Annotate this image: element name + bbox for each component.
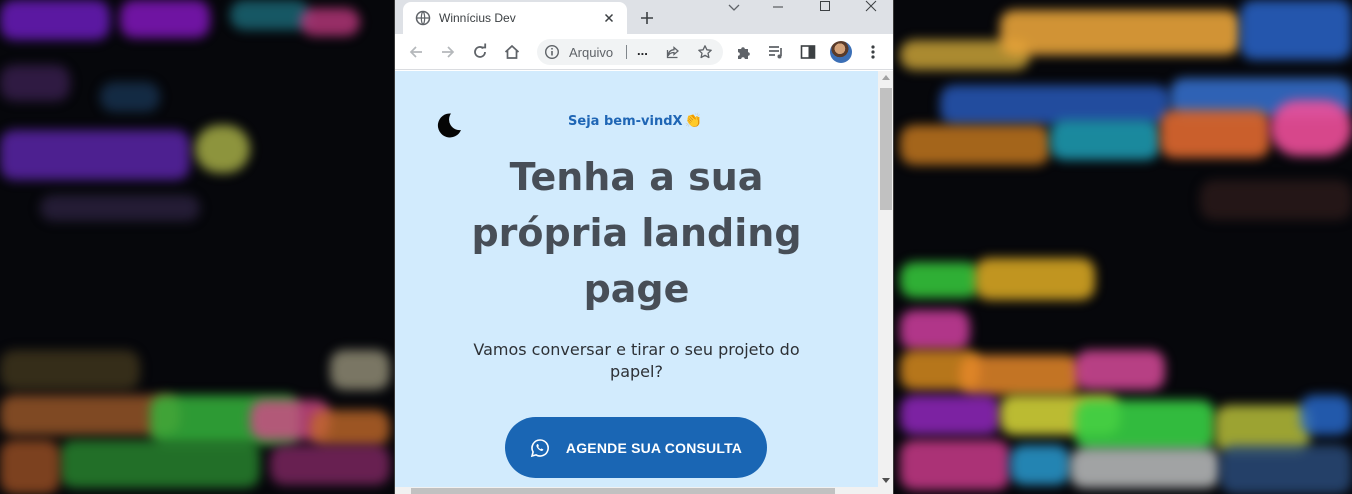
close-icon[interactable]	[601, 10, 617, 26]
horizontal-scrollbar-thumb[interactable]	[411, 488, 835, 494]
browser-toolbar: Arquivo ...	[395, 34, 893, 70]
scroll-down-arrow-icon[interactable]	[882, 478, 890, 483]
welcome-text: Seja bem-vindX 👏	[525, 113, 745, 129]
page-viewport: Seja bem-vindX 👏 Tenha a sua própria land…	[395, 71, 878, 487]
welcome-label: Seja bem-vindX	[568, 114, 683, 129]
share-icon[interactable]	[665, 44, 681, 60]
browser-window: Winnícius Dev Arquivo ... Seja bem-vindX…	[394, 0, 894, 494]
star-icon[interactable]	[697, 44, 713, 60]
avatar[interactable]	[830, 41, 852, 63]
schedule-consultation-button[interactable]: AGENDE SUA CONSULTA	[505, 417, 767, 478]
arrow-left-icon[interactable]	[406, 42, 426, 62]
scroll-up-arrow-icon[interactable]	[882, 75, 890, 80]
address-url: ...	[637, 43, 648, 58]
cta-label: AGENDE SUA CONSULTA	[565, 439, 743, 456]
reload-icon[interactable]	[470, 42, 490, 62]
tab-winnicius-dev[interactable]: Winnícius Dev	[403, 2, 627, 34]
plus-icon[interactable]	[637, 8, 657, 28]
address-separator	[626, 45, 627, 59]
home-icon[interactable]	[502, 42, 522, 62]
side-panel-icon[interactable]	[798, 42, 818, 62]
arrow-right-icon[interactable]	[438, 42, 458, 62]
tab-title: Winnícius Dev	[439, 11, 516, 25]
maximize-icon[interactable]	[818, 0, 832, 14]
window-close-icon[interactable]	[864, 0, 878, 14]
horizontal-scrollbar[interactable]	[395, 487, 893, 494]
address-bar[interactable]: Arquivo ...	[537, 39, 723, 65]
page-headline: Tenha a sua própria landing page	[471, 155, 802, 311]
vertical-scrollbar[interactable]	[878, 71, 893, 487]
address-scheme-label: Arquivo	[569, 45, 614, 60]
moon-icon[interactable]	[434, 111, 462, 139]
kebab-menu-icon[interactable]	[863, 42, 883, 62]
whatsapp-icon	[530, 438, 550, 458]
scrollbar-thumb[interactable]	[880, 88, 892, 210]
minimize-icon[interactable]	[771, 0, 785, 14]
clapping-hands-emoji: 👏	[684, 113, 702, 129]
page-subtitle: Vamos conversar e tirar o seu projeto do…	[473, 340, 800, 381]
title-bar: Winnícius Dev	[395, 0, 893, 34]
info-icon[interactable]	[544, 44, 560, 60]
globe-icon	[415, 10, 431, 26]
tab-search-chevron-icon[interactable]	[727, 2, 741, 16]
media-queue-icon[interactable]	[766, 42, 786, 62]
puzzle-icon[interactable]	[734, 42, 754, 62]
